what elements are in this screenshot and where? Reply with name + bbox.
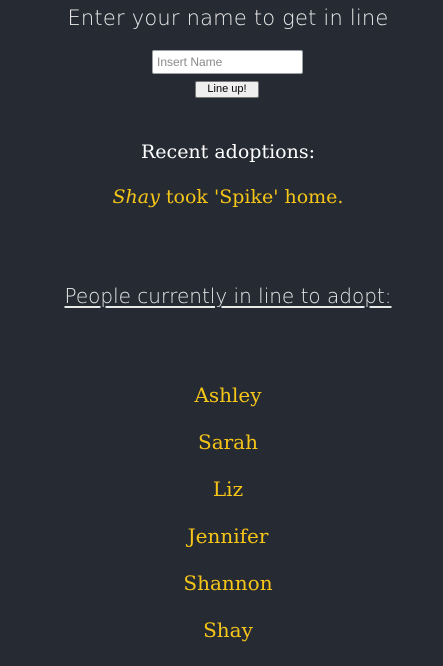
queue-item: Shay — [203, 618, 253, 642]
queue-item: Liz — [212, 477, 244, 501]
queue-item: Jennifer — [187, 524, 269, 548]
name-prompt: Enter your name to get in line — [67, 6, 389, 30]
adoption-text: took 'Spike' home. — [159, 186, 344, 208]
queue-item: Sarah — [198, 430, 258, 454]
recent-adoption-item: Shay took 'Spike' home. — [0, 186, 443, 208]
queue-list: Ashley Sarah Liz Jennifer Shannon Shay — [0, 380, 443, 662]
recent-adoptions-title: Recent adoptions: — [141, 141, 315, 163]
queue-item: Shannon — [183, 571, 273, 595]
adopter-name: Shay — [112, 186, 160, 208]
name-input[interactable] — [152, 50, 303, 74]
queue-item: Ashley — [194, 383, 262, 407]
line-up-button[interactable]: Line up! — [195, 81, 259, 98]
queue-title: People currently in line to adopt: — [64, 284, 392, 308]
